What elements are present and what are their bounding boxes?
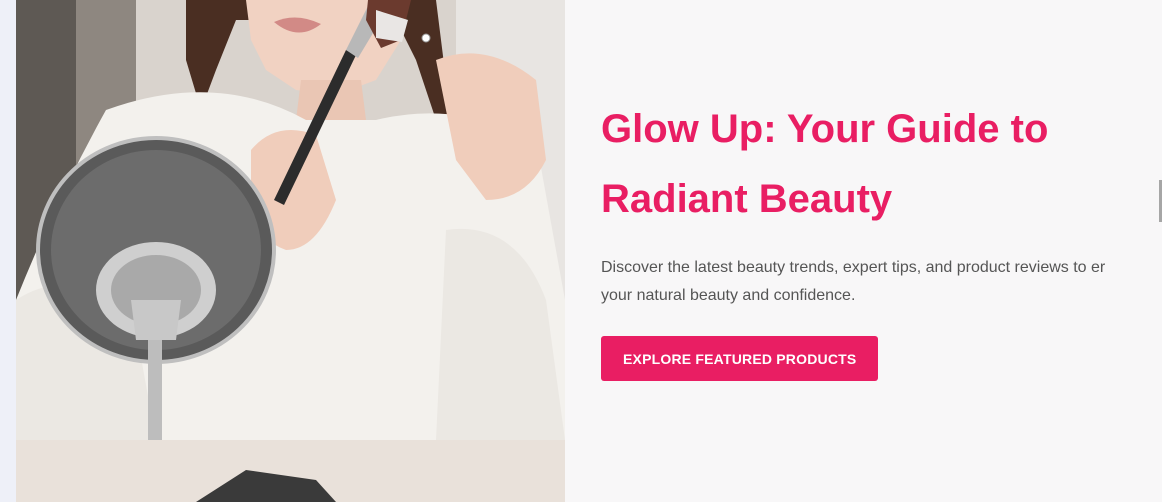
hero-image [16,0,565,502]
hero-title-line-1: Glow Up: Your Guide to [601,107,1049,151]
explore-featured-products-button[interactable]: EXPLORE FEATURED PRODUCTS [601,336,879,381]
hero-description: Discover the latest beauty trends, exper… [601,254,1161,310]
hero-description-line-1: Discover the latest beauty trends, exper… [601,259,1106,276]
page-edge [0,0,16,502]
hero-content: Glow Up: Your Guide to Radiant Beauty Di… [601,94,1161,381]
hero-description-line-2: your natural beauty and confidence. [601,287,856,304]
hero-title: Glow Up: Your Guide to Radiant Beauty [601,94,1121,234]
hero-title-line-2: Radiant Beauty [601,177,893,221]
hero-section: Glow Up: Your Guide to Radiant Beauty Di… [0,0,1162,502]
